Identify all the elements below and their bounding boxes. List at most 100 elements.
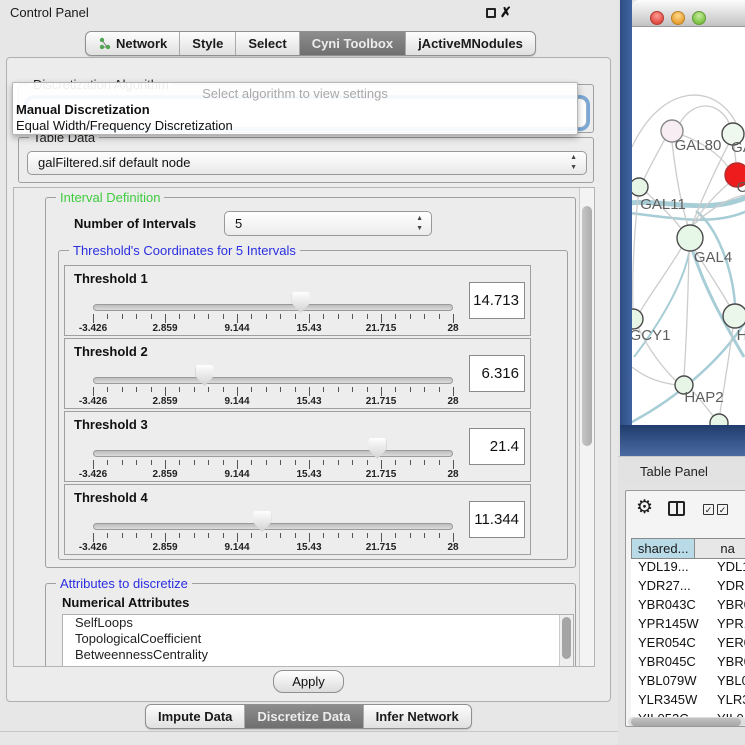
table-row[interactable]: YLR345W YLR3 (631, 692, 745, 711)
table-row[interactable]: YPR145W YPR1 (631, 616, 745, 635)
slider-track[interactable] (93, 523, 453, 530)
slider-tick-labels: -3.4262.8599.14415.4321.71528 (93, 323, 453, 335)
scrollbar-thumb[interactable] (562, 617, 571, 659)
slider-tick-labels: -3.4262.8599.14415.4321.71528 (93, 469, 453, 481)
network-window-frame (620, 0, 632, 456)
cell-shared-name: YDR27... (631, 578, 710, 597)
tab-network[interactable]: Network (86, 32, 179, 55)
checkbox-icon[interactable]: ✓ (717, 504, 728, 515)
table-panel: ⚙ ✓ ✓ shared... na YDL19... YDL1 YDR27..… (625, 490, 745, 727)
column-header-name[interactable]: na (695, 538, 745, 559)
node-label: GA (731, 139, 745, 156)
table-row[interactable]: YBR045C YBR0 (631, 654, 745, 673)
group-title: Attributes to discretize (56, 576, 192, 591)
tab-select[interactable]: Select (235, 32, 298, 55)
slider-track[interactable] (93, 304, 453, 311)
threshold-label: Threshold 2 (74, 344, 148, 359)
dropdown-item-equal-width-frequency[interactable]: Equal Width/Frequency Discretization (13, 118, 577, 134)
network-node[interactable] (677, 225, 703, 251)
table-data-value: galFiltered.sif default node (38, 155, 190, 170)
checkbox-icon[interactable]: ✓ (703, 504, 714, 515)
threshold-label: Threshold 4 (74, 490, 148, 505)
control-panel-titlebar: Control Panel ✗ (0, 0, 618, 26)
attribute-items: SelfLoopsTopologicalCoefficientBetweenne… (63, 615, 573, 663)
table-row[interactable]: YDR27... YDR2 (631, 578, 745, 597)
table-row[interactable]: YDL19... YDL1 (631, 559, 745, 578)
algorithm-dropdown-popup: Select algorithm to view settings Manual… (12, 82, 578, 135)
numerical-attributes-label: Numerical Attributes (62, 595, 189, 610)
gear-icon[interactable]: ⚙ (636, 496, 653, 519)
tab-discretize-data[interactable]: Discretize Data (244, 705, 362, 728)
screen: Control Panel ✗ Network Style Select Cyn… (0, 0, 745, 745)
cell-name: YDR2 (710, 578, 745, 597)
threshold-value-field[interactable]: 14.713 (469, 282, 525, 319)
table-panel-titlebar: Table Panel (618, 456, 745, 486)
threshold-box: Threshold 1 -3.4262.8599.14415.4321.7152… (64, 265, 531, 336)
network-node[interactable] (710, 414, 728, 425)
network-canvas[interactable]: GAL80GACGAL11GAL4GCY1HHAP2 (632, 27, 745, 425)
cell-shared-name: YBL079W (631, 673, 710, 692)
table-header-row: shared... na (631, 538, 745, 559)
numerical-attributes-list[interactable]: SelfLoopsTopologicalCoefficientBetweenne… (62, 614, 574, 667)
cell-shared-name: YDL19... (631, 559, 710, 578)
threshold-label: Threshold 3 (74, 417, 148, 432)
close-panel-icon[interactable]: ✗ (500, 4, 512, 21)
float-panel-icon[interactable] (486, 8, 496, 18)
cyni-toolbox-panel: Discretization Algorithm Table Data galF… (6, 57, 611, 702)
network-node[interactable] (632, 178, 648, 196)
column-header-shared-name[interactable]: shared... (631, 538, 695, 559)
node-label: GAL80 (675, 137, 722, 154)
scrollbar-thumb[interactable] (582, 206, 592, 446)
bottom-tabbar: Impute Data Discretize Data Infer Networ… (145, 704, 472, 729)
group-title: Threshold's Coordinates for 5 Intervals (69, 243, 300, 258)
control-panel: Control Panel ✗ Network Style Select Cyn… (0, 0, 618, 745)
threshold-label: Threshold 1 (74, 271, 148, 286)
threshold-box: Threshold 3 -3.4262.8599.14415.4321.7152… (64, 411, 531, 482)
node-label: GAL11 (640, 196, 686, 213)
threshold-value-field[interactable]: 6.316 (469, 355, 525, 392)
network-window-titlebar[interactable] (632, 0, 745, 27)
scrollbar-thumb[interactable] (631, 718, 741, 726)
minimize-window-icon[interactable] (671, 11, 685, 25)
tab-jactivemnodules[interactable]: jActiveMNodules (405, 32, 535, 55)
threshold-box: Threshold 2 -3.4262.8599.14415.4321.7152… (64, 338, 531, 409)
node-label: HAP2 (684, 389, 723, 406)
slider-track[interactable] (93, 450, 453, 457)
tab-impute-data[interactable]: Impute Data (146, 705, 244, 728)
slider-tick-labels: -3.4262.8599.14415.4321.71528 (93, 542, 453, 554)
cell-name: YLR3 (710, 692, 745, 711)
panel-vertical-scrollbar[interactable] (579, 188, 594, 666)
network-window-frame-bottom (620, 425, 745, 456)
dropdown-prompt: Select algorithm to view settings (13, 86, 577, 102)
zoom-window-icon[interactable] (692, 11, 706, 25)
apply-button[interactable]: Apply (273, 670, 344, 693)
threshold-value-field[interactable]: 21.4 (469, 428, 525, 465)
tab-infer-network[interactable]: Infer Network (363, 705, 471, 728)
table-horizontal-scrollbar[interactable] (628, 717, 745, 727)
cell-shared-name: YPR145W (631, 616, 710, 635)
group-title: Interval Definition (56, 190, 164, 205)
number-of-intervals-label: Number of Intervals (74, 216, 196, 231)
network-node[interactable] (632, 309, 643, 329)
tab-cyni-toolbox[interactable]: Cyni Toolbox (299, 32, 405, 55)
spinner-arrows-icon: ▲▼ (416, 214, 423, 234)
network-node[interactable] (723, 304, 745, 328)
top-tabbar: Network Style Select Cyni Toolbox jActiv… (85, 31, 536, 56)
apply-row: Apply (7, 670, 610, 693)
tab-style[interactable]: Style (179, 32, 235, 55)
table-row[interactable]: YBL079W YBL0 (631, 673, 745, 692)
close-window-icon[interactable] (650, 11, 664, 25)
combo-arrows-icon: ▲▼ (570, 153, 577, 173)
slider-track[interactable] (93, 377, 453, 384)
table-data-combobox[interactable]: galFiltered.sif default node ▲▼ (27, 151, 587, 175)
dropdown-item-manual-discretization[interactable]: Manual Discretization (13, 102, 577, 118)
threshold-value-field[interactable]: 11.344 (469, 501, 525, 538)
number-of-intervals-select[interactable]: 5 ▲▼ (224, 211, 432, 236)
interval-definition-group: Interval Definition Number of Intervals … (45, 197, 576, 568)
list-vertical-scrollbar[interactable] (559, 615, 573, 667)
table-row[interactable]: YER054C YER0 (631, 635, 745, 654)
cell-name: YDL1 (710, 559, 745, 578)
split-columns-icon[interactable] (668, 501, 685, 516)
table-row[interactable]: YBR043C YBR0 (631, 597, 745, 616)
settings-scroll-area: Interval Definition Number of Intervals … (13, 187, 595, 667)
